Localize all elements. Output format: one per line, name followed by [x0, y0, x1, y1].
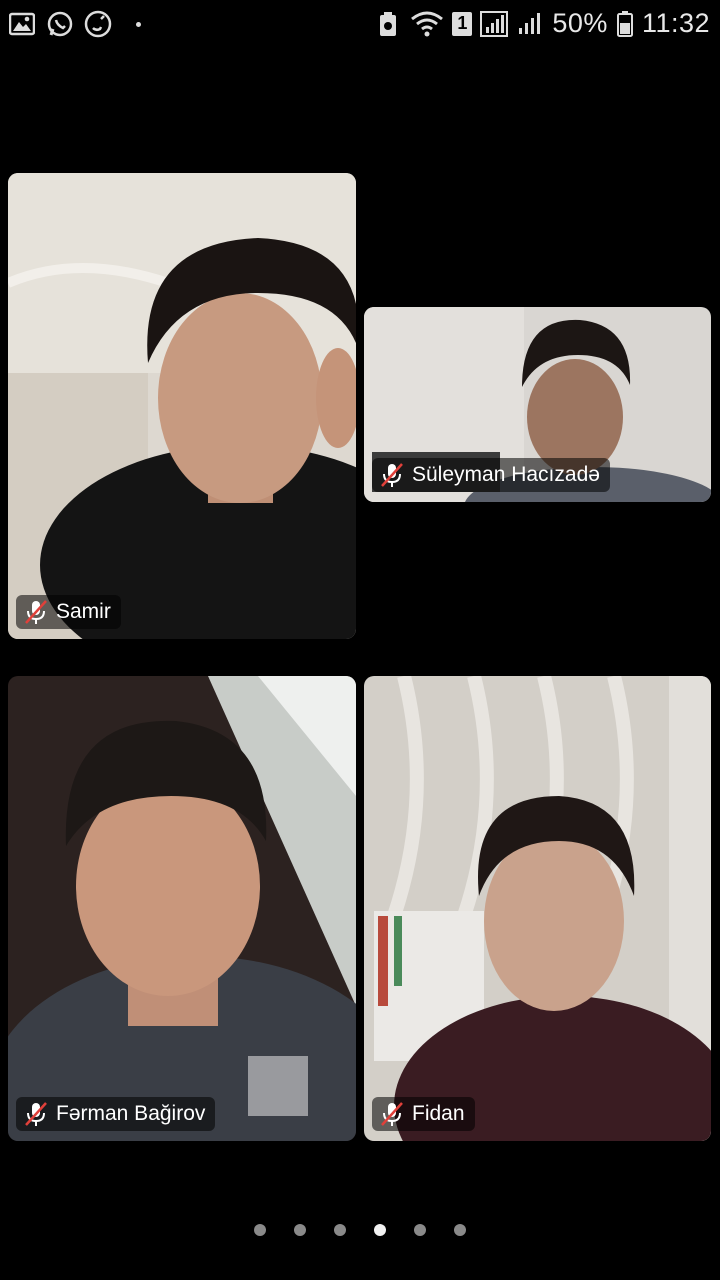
- participant-label: Fidan: [372, 1097, 475, 1131]
- page-dot-2[interactable]: [294, 1224, 306, 1236]
- mic-muted-icon: [381, 1102, 403, 1126]
- page-dot-6[interactable]: [454, 1224, 466, 1236]
- status-bar: 1 50% 11:32: [0, 0, 720, 48]
- participant-name: Fidan: [412, 1102, 465, 1125]
- video-feed: [8, 676, 356, 1141]
- gallery-icon: [8, 10, 36, 38]
- mic-muted-icon: [25, 600, 47, 624]
- video-tile-fidan[interactable]: Fidan: [364, 676, 711, 1141]
- video-feed: [8, 173, 356, 639]
- participant-name: Fərman Bağirov: [56, 1102, 206, 1125]
- page-dot-3[interactable]: [334, 1224, 346, 1236]
- participant-label: Samir: [16, 595, 121, 629]
- wifi-icon: [410, 10, 444, 38]
- battery-percent: 50%: [552, 8, 608, 38]
- notification-dot: [136, 21, 141, 27]
- signal-strength-icon: [516, 10, 544, 38]
- clock: 11:32: [641, 8, 710, 38]
- mic-muted-icon: [25, 1102, 47, 1126]
- page-dot-5[interactable]: [414, 1224, 426, 1236]
- mic-muted-icon: [381, 463, 403, 487]
- video-feed: [364, 676, 711, 1141]
- video-tile-suleyman[interactable]: Süleyman Hacızadə: [364, 307, 711, 502]
- sim-badge: 1: [452, 11, 473, 36]
- page-dot-1[interactable]: [254, 1224, 266, 1236]
- participant-name: Samir: [56, 600, 111, 623]
- page-indicator[interactable]: [0, 1218, 720, 1242]
- whatsapp-icon: [46, 10, 74, 38]
- signal-icon: [480, 10, 509, 38]
- video-tile-ferman[interactable]: Fərman Bağirov: [8, 676, 356, 1141]
- battery-saver-icon: [374, 10, 402, 38]
- participant-label: Fərman Bağirov: [16, 1097, 216, 1131]
- participant-name: Süleyman Hacızadə: [412, 463, 600, 486]
- phone-icon: [84, 10, 112, 38]
- participant-label: Süleyman Hacızadə: [372, 458, 610, 492]
- video-tile-samir[interactable]: Samir: [8, 173, 356, 639]
- page-dot-4[interactable]: [374, 1224, 386, 1236]
- battery-icon: [616, 10, 634, 38]
